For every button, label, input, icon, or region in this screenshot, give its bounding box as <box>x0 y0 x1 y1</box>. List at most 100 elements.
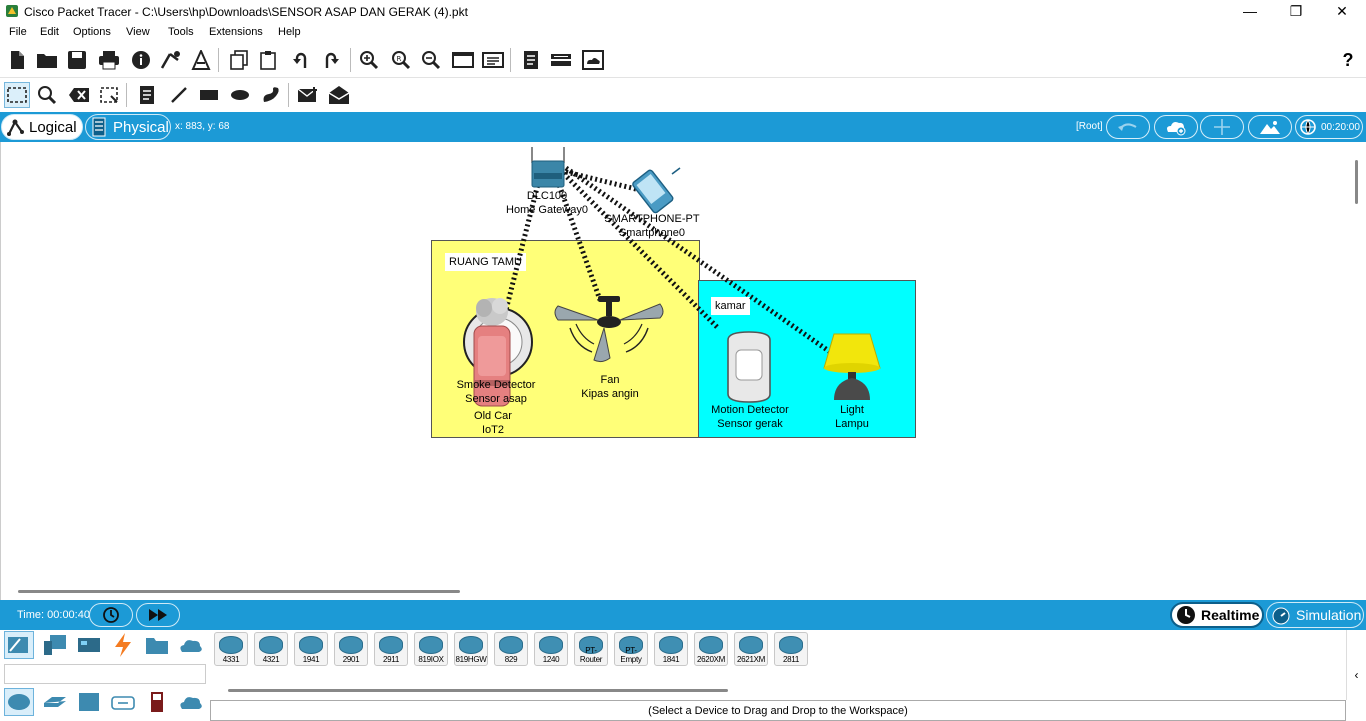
workspace-vertical-scrollbar[interactable] <box>1350 142 1366 588</box>
components-category-icon[interactable] <box>74 631 104 659</box>
router-icon <box>499 636 523 654</box>
select-tool-icon[interactable] <box>4 82 30 108</box>
draw-rectangle-icon[interactable] <box>196 82 222 108</box>
router-model-tile[interactable]: 829 <box>494 632 528 666</box>
viewport-clock[interactable]: 00:20:00 <box>1295 115 1363 139</box>
wireless-subcategory-icon[interactable] <box>108 688 138 716</box>
router-model-tile[interactable]: PT-Empty <box>614 632 648 666</box>
power-cycle-button[interactable] <box>89 603 133 627</box>
fast-forward-button[interactable] <box>136 603 180 627</box>
undo-icon[interactable] <box>288 47 314 73</box>
drawing-palette-icon[interactable] <box>450 47 476 73</box>
menu-file[interactable]: File <box>9 26 27 38</box>
draw-line-icon[interactable] <box>166 82 192 108</box>
motion-detector-icon[interactable] <box>722 330 776 404</box>
router-model-tile[interactable]: 2901 <box>334 632 368 666</box>
router-icon <box>539 636 563 654</box>
menu-view[interactable]: View <box>126 26 150 38</box>
new-cluster-button[interactable] <box>1154 115 1198 139</box>
freeform-icon[interactable] <box>258 82 284 108</box>
menu-help[interactable]: Help <box>278 26 301 38</box>
router-model-tile[interactable]: 1240 <box>534 632 568 666</box>
move-object-button[interactable] <box>1200 115 1244 139</box>
menu-options[interactable]: Options <box>73 26 111 38</box>
draw-ellipse-icon[interactable] <box>227 82 253 108</box>
network-devices-category-icon[interactable] <box>4 631 34 659</box>
root-breadcrumb[interactable]: [Root] <box>1076 121 1103 132</box>
custom-device-icon[interactable] <box>188 47 214 73</box>
inspect-icon[interactable] <box>34 82 60 108</box>
back-navigation-button[interactable] <box>1106 115 1150 139</box>
router-icon <box>419 636 443 654</box>
power-cycle-icon <box>103 607 119 623</box>
router-model-tile[interactable]: 819HGW <box>454 632 488 666</box>
realtime-mode-tab[interactable]: Realtime <box>1170 602 1264 628</box>
router-model-tile[interactable]: 4321 <box>254 632 288 666</box>
simulation-mode-tab[interactable]: Simulation <box>1266 602 1364 628</box>
open-folder-icon[interactable] <box>34 47 60 73</box>
router-model-tile[interactable]: 4331 <box>214 632 248 666</box>
router-model-label: 2901 <box>342 655 360 664</box>
router-icon <box>339 636 363 654</box>
wan-emulation-subcategory-icon[interactable] <box>176 688 206 716</box>
router-view-icon[interactable] <box>548 47 574 73</box>
new-file-icon[interactable] <box>4 47 30 73</box>
workspace-horizontal-scroll-thumb[interactable] <box>18 590 460 593</box>
add-simple-pdu-icon[interactable] <box>295 82 321 108</box>
zoom-out-icon[interactable] <box>418 47 444 73</box>
save-icon[interactable] <box>64 47 90 73</box>
hubs-subcategory-icon[interactable] <box>74 688 104 716</box>
routers-subcategory-icon[interactable] <box>4 688 34 716</box>
miscellaneous-category-icon[interactable] <box>142 631 172 659</box>
close-button[interactable]: ✕ <box>1319 0 1365 24</box>
resize-shape-icon[interactable] <box>96 82 122 108</box>
router-model-tile[interactable]: 2620XM <box>694 632 728 666</box>
delete-icon[interactable] <box>66 82 92 108</box>
smartphone-icon[interactable] <box>624 166 682 214</box>
router-model-tile[interactable]: 2911 <box>374 632 408 666</box>
category-search-field[interactable] <box>4 664 206 684</box>
palette-horizontal-scroll-thumb[interactable] <box>228 689 728 692</box>
network-wizard-icon[interactable] <box>158 47 184 73</box>
info-icon[interactable] <box>128 47 154 73</box>
switches-subcategory-icon[interactable] <box>40 688 70 716</box>
zoom-reset-icon[interactable]: R <box>388 47 414 73</box>
menu-extensions[interactable]: Extensions <box>209 26 263 38</box>
maximize-button[interactable]: ❐ <box>1273 0 1319 24</box>
place-note-icon[interactable] <box>134 82 160 108</box>
router-model-tile[interactable]: PT-Router <box>574 632 608 666</box>
connections-category-icon[interactable] <box>108 631 138 659</box>
palette-scroll-right-icon[interactable]: ‹ <box>1346 630 1366 700</box>
cloud-screen-icon[interactable] <box>580 47 606 73</box>
copy-icon[interactable] <box>226 47 252 73</box>
router-model-tile[interactable]: 2811 <box>774 632 808 666</box>
end-devices-category-icon[interactable] <box>40 631 70 659</box>
light-lamp-icon[interactable] <box>820 330 884 404</box>
add-complex-pdu-icon[interactable] <box>326 82 352 108</box>
minimize-button[interactable]: — <box>1227 0 1273 24</box>
tab-physical[interactable]: Physical <box>85 114 171 140</box>
old-car-icon[interactable] <box>470 296 514 408</box>
home-gateway-icon[interactable] <box>528 145 568 189</box>
paste-icon[interactable] <box>256 47 282 73</box>
custom-device-dialog-icon[interactable] <box>480 47 506 73</box>
background-image-button[interactable] <box>1248 115 1292 139</box>
notes-icon[interactable] <box>518 47 544 73</box>
tab-logical[interactable]: Logical <box>1 114 83 140</box>
router-model-tile[interactable]: 1841 <box>654 632 688 666</box>
ceiling-fan-icon[interactable] <box>552 294 666 372</box>
router-model-tile[interactable]: 1941 <box>294 632 328 666</box>
light-model-label: Light <box>840 404 864 416</box>
multiuser-category-icon[interactable] <box>176 631 206 659</box>
print-icon[interactable] <box>96 47 122 73</box>
router-model-tile[interactable]: 819IOX <box>414 632 448 666</box>
menu-tools[interactable]: Tools <box>168 26 194 38</box>
back-arrow-icon <box>1118 123 1137 131</box>
redo-icon[interactable] <box>318 47 344 73</box>
security-subcategory-icon[interactable] <box>142 688 172 716</box>
zoom-in-icon[interactable] <box>356 47 382 73</box>
router-model-tile[interactable]: 2621XM <box>734 632 768 666</box>
menu-edit[interactable]: Edit <box>40 26 59 38</box>
help-icon[interactable]: ? <box>1335 47 1361 73</box>
vertical-scroll-thumb[interactable] <box>1355 160 1358 204</box>
